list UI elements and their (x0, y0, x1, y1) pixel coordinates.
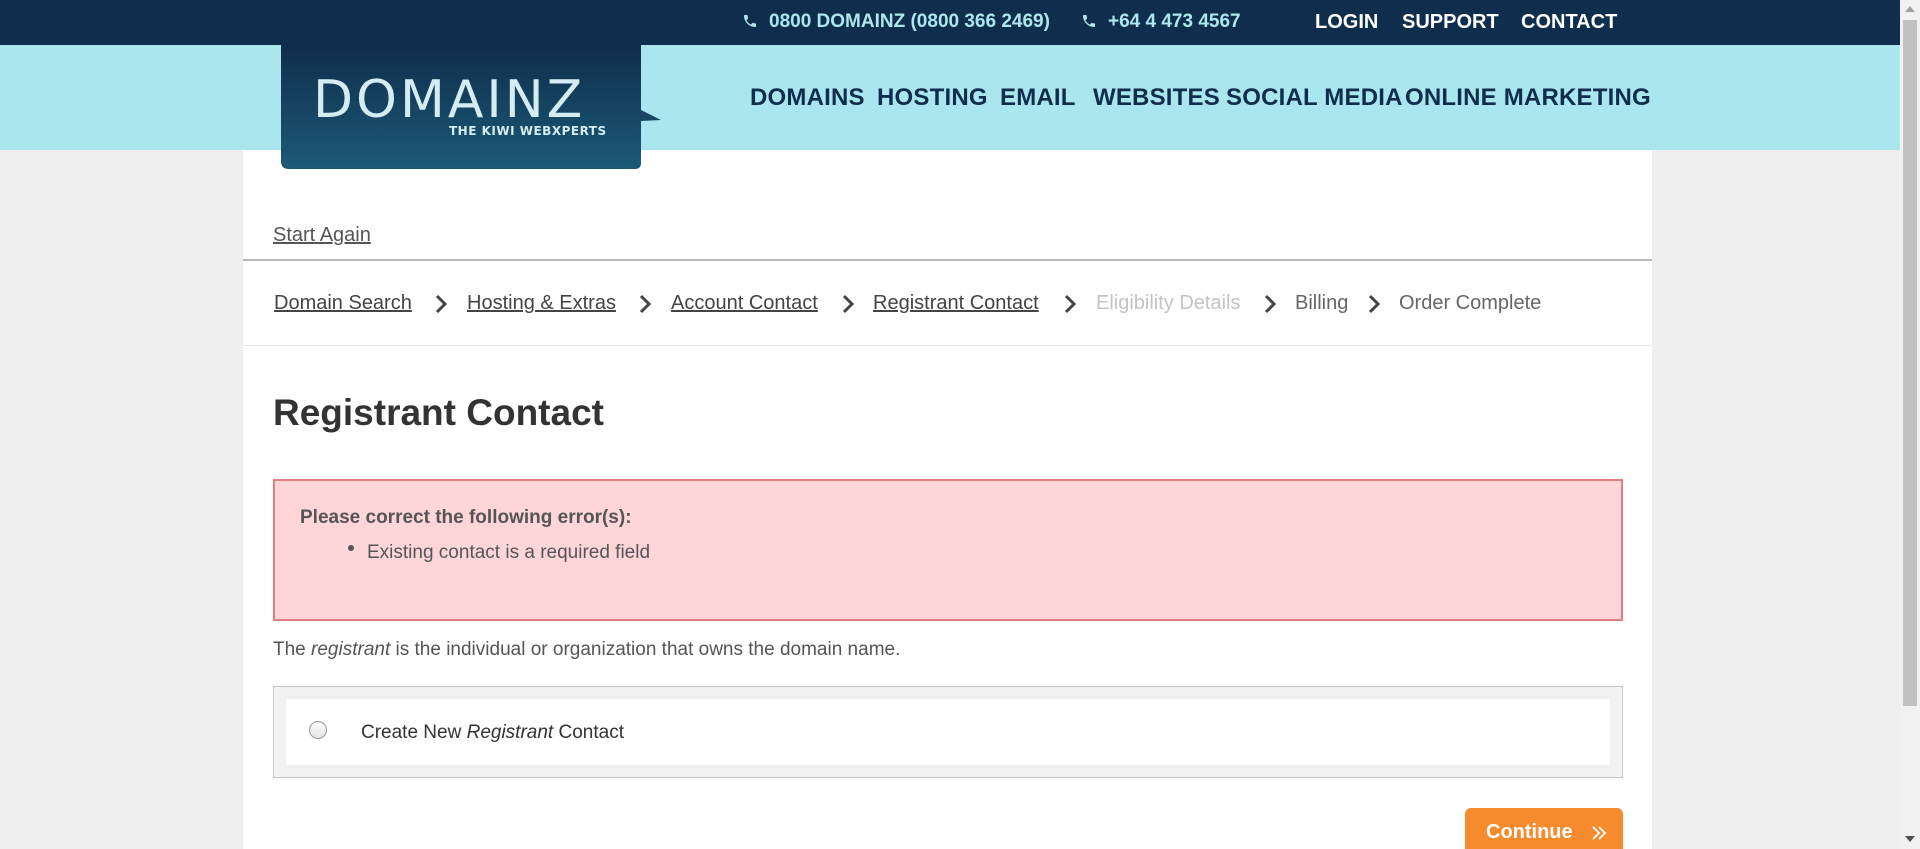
step-domain-search[interactable]: Domain Search (274, 292, 412, 315)
nav-online-marketing[interactable]: ONLINE MARKETING (1405, 84, 1651, 112)
nav-domains[interactable]: DOMAINS (750, 84, 865, 112)
phone-icon (744, 15, 756, 27)
nav-email[interactable]: EMAIL (1000, 84, 1076, 112)
option-after: Contact (553, 722, 624, 743)
create-new-radio[interactable] (309, 721, 327, 739)
phone-international[interactable]: +64 4 473 4567 (1080, 11, 1241, 33)
nav-hosting[interactable]: HOSTING (877, 84, 988, 112)
page-title: Registrant Contact (273, 392, 604, 433)
chevron-right-icon (639, 294, 652, 314)
continue-button[interactable]: Continue (1465, 808, 1623, 849)
step-account-contact[interactable]: Account Contact (671, 292, 818, 315)
error-title: Please correct the following error(s): (300, 507, 632, 528)
error-box: Please correct the following error(s): E… (273, 479, 1623, 621)
contact-link[interactable]: CONTACT (1521, 11, 1617, 34)
desc-emphasis: registrant (311, 639, 391, 660)
registrant-description: The registrant is the individual or orga… (273, 639, 900, 661)
step-billing: Billing (1295, 292, 1349, 314)
continue-label: Continue (1486, 821, 1573, 843)
scroll-up-arrow-icon[interactable] (1905, 6, 1915, 12)
create-new-registrant-option[interactable]: Create New Registrant Contact (286, 699, 1610, 765)
nav-websites[interactable]: WEBSITES (1093, 84, 1220, 112)
double-chevron-right-icon (1592, 826, 1607, 840)
top-bar: 0800 DOMAINZ (0800 366 2469) +64 4 473 4… (0, 0, 1900, 45)
login-link[interactable]: LOGIN (1315, 11, 1378, 34)
phone-international-text: +64 4 473 4567 (1108, 11, 1241, 32)
chevron-right-icon (842, 294, 855, 314)
chevron-right-icon (1064, 294, 1077, 314)
vertical-scrollbar[interactable] (1900, 0, 1920, 849)
nav-social-media[interactable]: SOCIAL MEDIA (1226, 84, 1403, 112)
contact-options: Create New Registrant Contact (273, 686, 1623, 778)
step-order-complete: Order Complete (1399, 292, 1542, 314)
chevron-right-icon (435, 294, 448, 314)
phone-local-text: 0800 DOMAINZ (0800 366 2469) (769, 11, 1050, 32)
divider (243, 345, 1652, 346)
start-again-link[interactable]: Start Again (273, 224, 371, 247)
desc-after: is the individual or organization that o… (390, 639, 901, 660)
chevron-right-icon (1264, 294, 1277, 314)
logo-wordmark: DOMAINZ (313, 70, 585, 130)
create-new-label[interactable]: Create New Registrant Contact (361, 722, 624, 744)
divider (243, 259, 1652, 261)
scroll-thumb[interactable] (1903, 20, 1917, 706)
error-item: Existing contact is a required field (367, 542, 651, 563)
support-link[interactable]: SUPPORT (1402, 11, 1499, 34)
desc-before: The (273, 639, 312, 660)
step-eligibility-details: Eligibility Details (1096, 292, 1241, 314)
phone-icon (1083, 15, 1095, 27)
chevron-right-icon (1368, 294, 1381, 314)
domainz-logo[interactable]: DOMAINZ THE KIWI WEBXPERTS (281, 45, 661, 169)
step-registrant-contact[interactable]: Registrant Contact (873, 292, 1039, 315)
scroll-down-arrow-icon[interactable] (1905, 836, 1915, 842)
phone-local[interactable]: 0800 DOMAINZ (0800 366 2469) (741, 11, 1050, 33)
option-before: Create New (361, 722, 467, 743)
option-emphasis: Registrant (466, 722, 554, 743)
step-hosting-extras[interactable]: Hosting & Extras (467, 292, 616, 315)
bullet (348, 545, 354, 551)
logo-tagline: THE KIWI WEBXPERTS (449, 124, 607, 138)
